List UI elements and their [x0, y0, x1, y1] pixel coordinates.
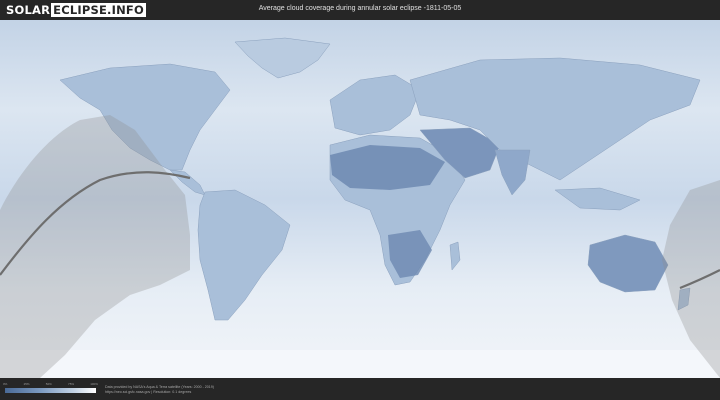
page-title: Average cloud coverage during annular so…	[258, 5, 462, 12]
legend-ticks: 0% 25% 50% 75% 100%	[3, 382, 98, 387]
cloud-coverage-map	[0, 20, 720, 378]
legend-tick: 75%	[68, 382, 75, 386]
legend-tick: 100%	[90, 382, 98, 386]
cloud-coverage-legend	[5, 388, 96, 393]
credit-line-2: https://neo.sci.gsfc.nasa.gov | Resoluti…	[105, 390, 192, 394]
legend-tick: 0%	[3, 382, 8, 386]
legend-tick: 25%	[23, 382, 30, 386]
footer-bar: 0% 25% 50% 75% 100% Data provided by NAS…	[0, 378, 720, 400]
antarctica	[0, 350, 720, 378]
header-bar: SOLAR ECLIPSE.INFO Average cloud coverag…	[0, 0, 720, 20]
world-map	[0, 20, 720, 378]
data-credit: Data provided by NASA's Aqua & Terra sat…	[105, 385, 214, 395]
legend-tick: 50%	[45, 382, 52, 386]
